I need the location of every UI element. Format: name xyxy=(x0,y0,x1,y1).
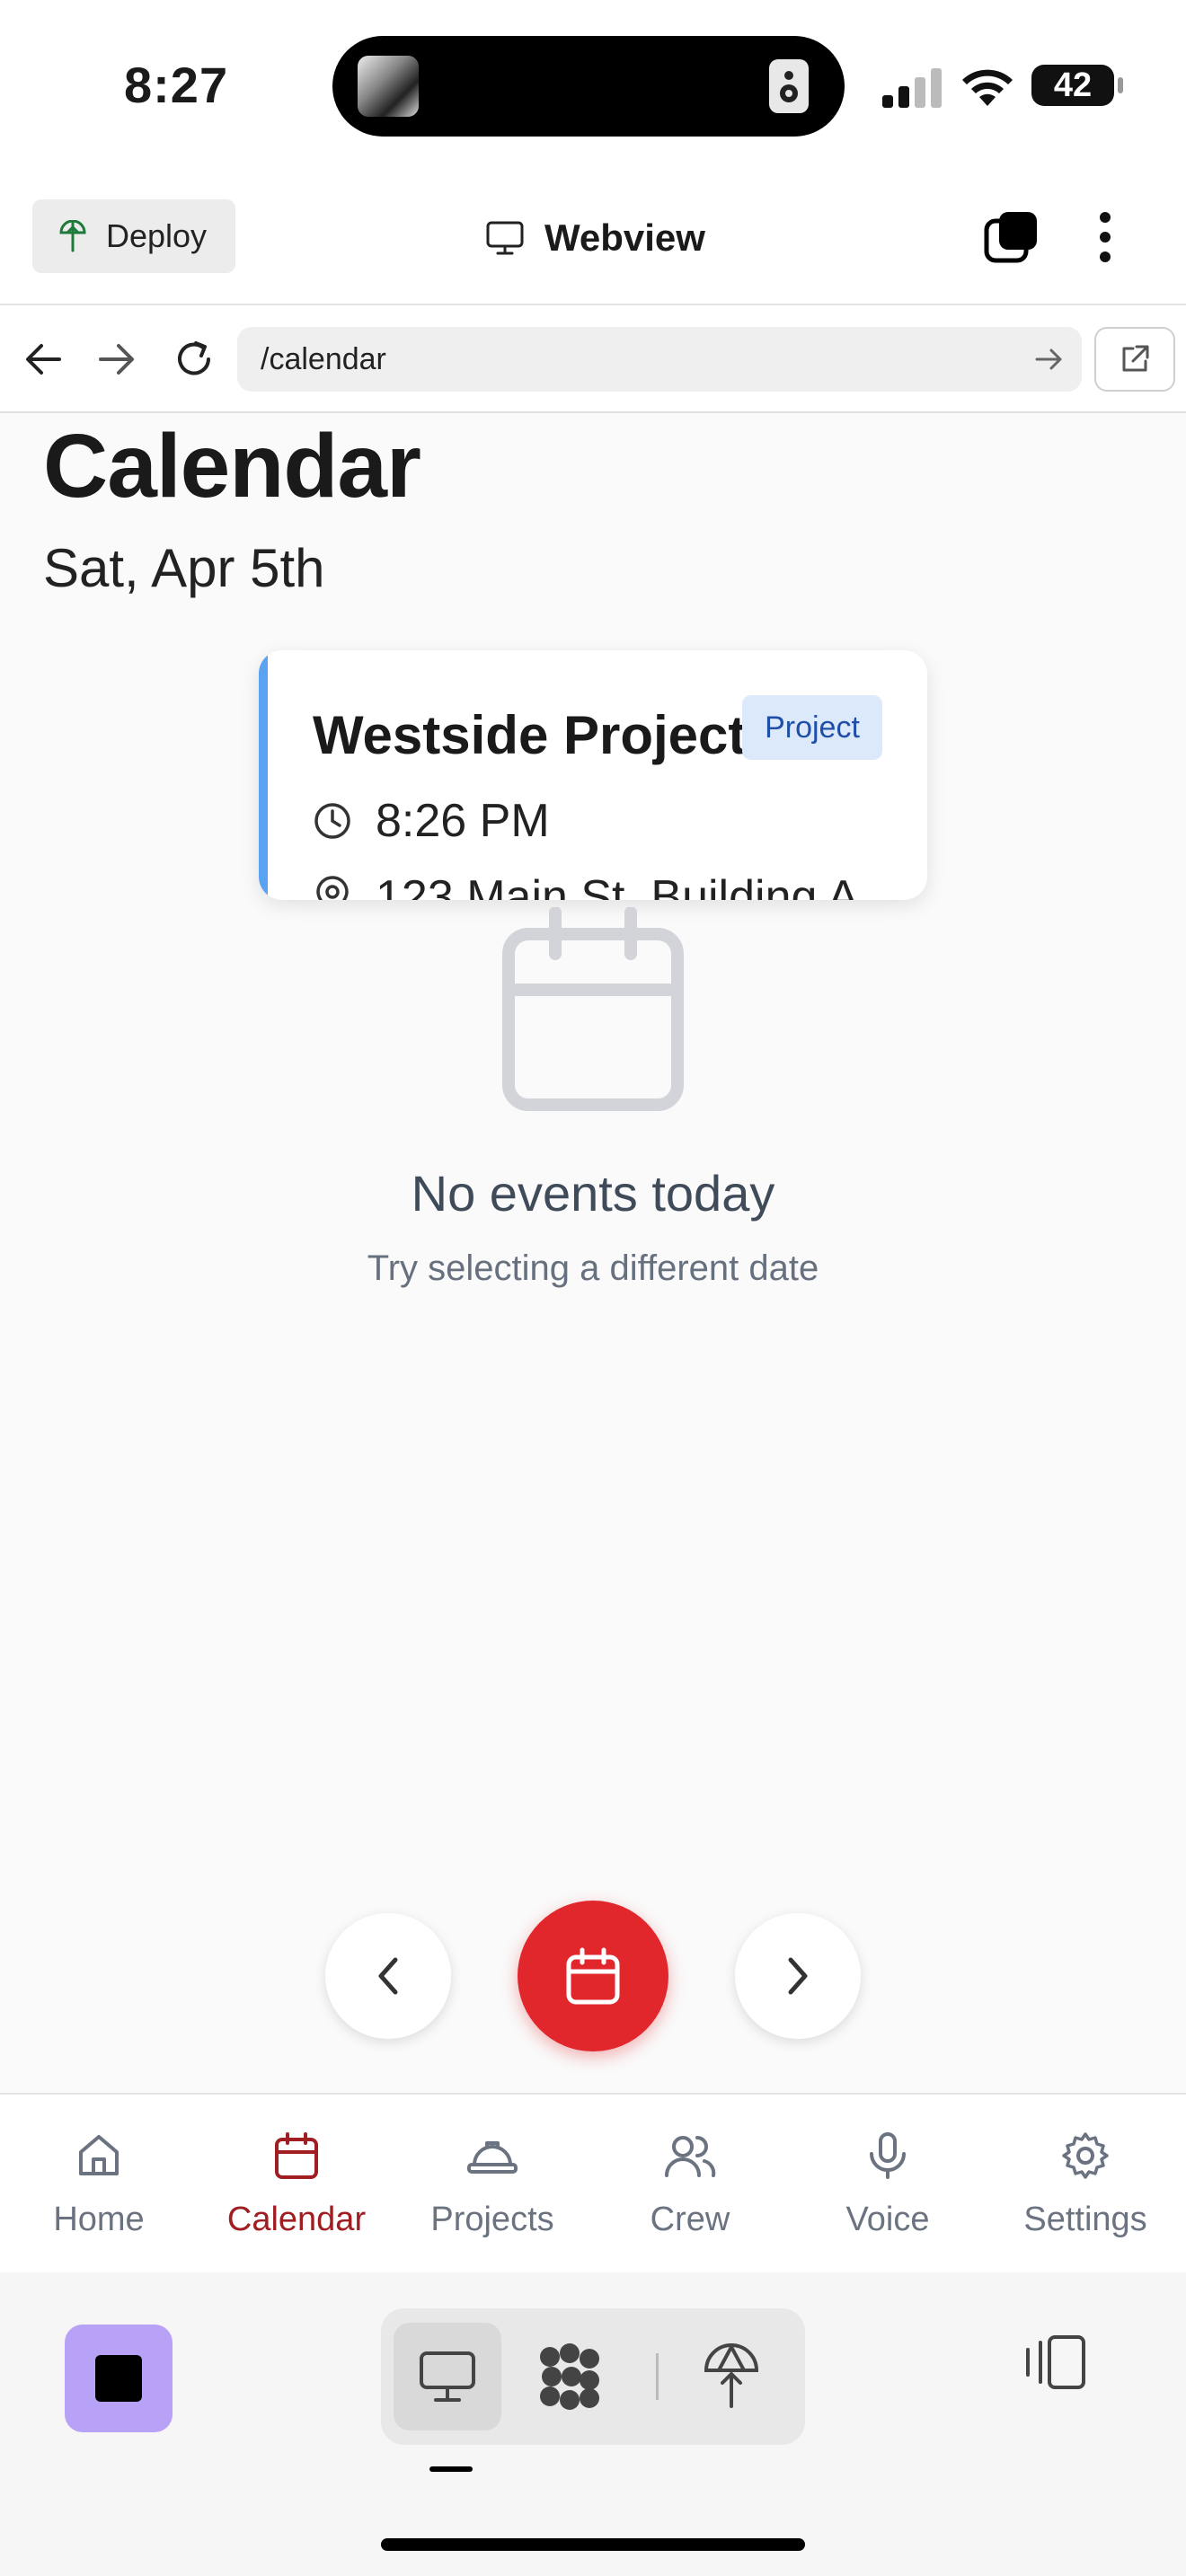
monitor-icon xyxy=(486,221,524,255)
app-header: Deploy Webview xyxy=(0,171,1186,305)
previous-day-button[interactable] xyxy=(325,1913,451,2039)
monitor-icon xyxy=(420,2351,475,2402)
calendar-icon xyxy=(275,2132,318,2179)
empty-state-subtitle: Try selecting a different date xyxy=(367,1248,819,1288)
nav-item-home[interactable]: Home xyxy=(9,2130,189,2239)
stop-button[interactable] xyxy=(65,2325,173,2432)
dev-toolbar xyxy=(0,2272,1186,2576)
battery-indicator: 42 xyxy=(1031,65,1123,106)
nav-label-voice: Voice xyxy=(845,2201,930,2238)
event-type-badge: Project xyxy=(742,695,882,760)
nav-item-projects[interactable]: Projects xyxy=(403,2130,582,2239)
home-indicator xyxy=(381,2538,805,2551)
hardhat-icon xyxy=(467,2141,518,2174)
mode-divider xyxy=(656,2353,659,2400)
speaker-icon xyxy=(769,59,809,113)
nav-item-calendar[interactable]: Calendar xyxy=(207,2130,386,2239)
browser-toolbar: /calendar xyxy=(0,305,1186,413)
mode-deploy-button[interactable] xyxy=(677,2323,785,2430)
home-icon xyxy=(79,2135,119,2175)
tabs-icon[interactable] xyxy=(983,208,1040,266)
mode-switcher xyxy=(381,2308,805,2445)
chevron-right-icon xyxy=(788,1957,808,1995)
empty-calendar-icon xyxy=(502,907,684,1111)
clock: 8:27 xyxy=(124,57,229,113)
empty-state-title: No events today xyxy=(411,1165,775,1222)
open-external-button[interactable] xyxy=(1094,327,1175,392)
nav-item-voice[interactable]: Voice xyxy=(798,2130,978,2239)
event-card[interactable]: Westside Project Project 8:26 PM 123 Mai… xyxy=(259,650,927,900)
event-title: Westside Project xyxy=(313,705,747,765)
expo-icon xyxy=(540,2343,599,2410)
nav-label-home: Home xyxy=(53,2201,145,2238)
event-time: 8:26 PM xyxy=(376,795,550,847)
mode-native-button[interactable] xyxy=(516,2323,624,2430)
deploy-icon xyxy=(704,2343,759,2408)
event-location-row: 123 Main St, Building A xyxy=(313,870,859,900)
mic-icon xyxy=(870,2132,906,2179)
url-input[interactable]: /calendar xyxy=(237,327,1082,392)
active-mode-indicator xyxy=(429,2466,473,2472)
stop-icon xyxy=(95,2355,142,2402)
nav-label-calendar: Calendar xyxy=(226,2201,367,2238)
calendar-icon xyxy=(566,1947,620,2005)
deploy-icon xyxy=(59,220,86,252)
nav-label-crew: Crew xyxy=(650,2201,730,2238)
reload-icon[interactable] xyxy=(173,338,216,381)
webview-label: Webview xyxy=(544,216,705,259)
now-playing-artwork xyxy=(358,56,419,117)
deploy-label: Deploy xyxy=(106,217,208,254)
go-arrow-icon[interactable] xyxy=(1035,347,1064,372)
today-button[interactable] xyxy=(518,1901,668,2051)
status-bar: 8:27 42 xyxy=(0,0,1186,171)
nav-label-settings: Settings xyxy=(1023,2201,1147,2238)
gear-icon xyxy=(1062,2132,1109,2179)
page-title: Calendar xyxy=(43,416,421,516)
chevron-left-icon xyxy=(378,1957,398,1995)
nav-label-projects: Projects xyxy=(430,2201,554,2238)
cellular-signal-icon xyxy=(882,68,942,108)
users-icon xyxy=(665,2136,716,2177)
clock-icon xyxy=(314,803,350,839)
dynamic-island xyxy=(332,36,845,137)
wifi-icon xyxy=(962,69,1013,106)
split-layout-icon[interactable] xyxy=(1022,2333,1087,2391)
selected-date: Sat, Apr 5th xyxy=(43,538,325,598)
external-link-icon xyxy=(1122,345,1149,372)
event-time-row: 8:26 PM xyxy=(313,794,550,848)
map-pin-icon xyxy=(316,876,349,900)
bottom-navigation: Home Calendar Projects Crew Voice Settin… xyxy=(0,2093,1186,2272)
nav-item-settings[interactable]: Settings xyxy=(996,2130,1175,2239)
webview-title: Webview xyxy=(485,207,705,269)
more-menu-icon[interactable] xyxy=(1087,208,1123,266)
mode-webview-button[interactable] xyxy=(394,2323,501,2430)
deploy-button[interactable]: Deploy xyxy=(32,199,235,273)
forward-arrow-icon[interactable] xyxy=(97,341,137,377)
nav-item-crew[interactable]: Crew xyxy=(600,2130,780,2239)
next-day-button[interactable] xyxy=(735,1913,861,2039)
url-text: /calendar xyxy=(261,341,386,376)
back-arrow-icon[interactable] xyxy=(23,341,63,377)
event-location: 123 Main St, Building A xyxy=(376,871,859,900)
